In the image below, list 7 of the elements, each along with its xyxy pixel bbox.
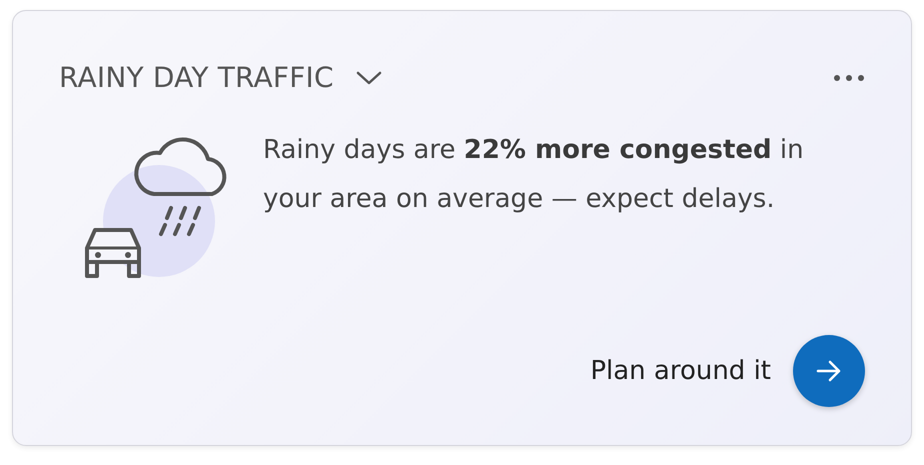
arrow-right-icon (816, 360, 842, 382)
arrow-button[interactable] (793, 335, 865, 407)
plan-around-it-link[interactable]: Plan around it (590, 335, 865, 407)
congestion-message: Rainy days are 22% more congested in your area on average — expect delays. (263, 134, 805, 216)
card-title-button[interactable]: RAINY DAY TRAFFIC (59, 61, 382, 94)
more-options-button[interactable] (833, 74, 865, 82)
chevron-down-icon (356, 70, 382, 86)
